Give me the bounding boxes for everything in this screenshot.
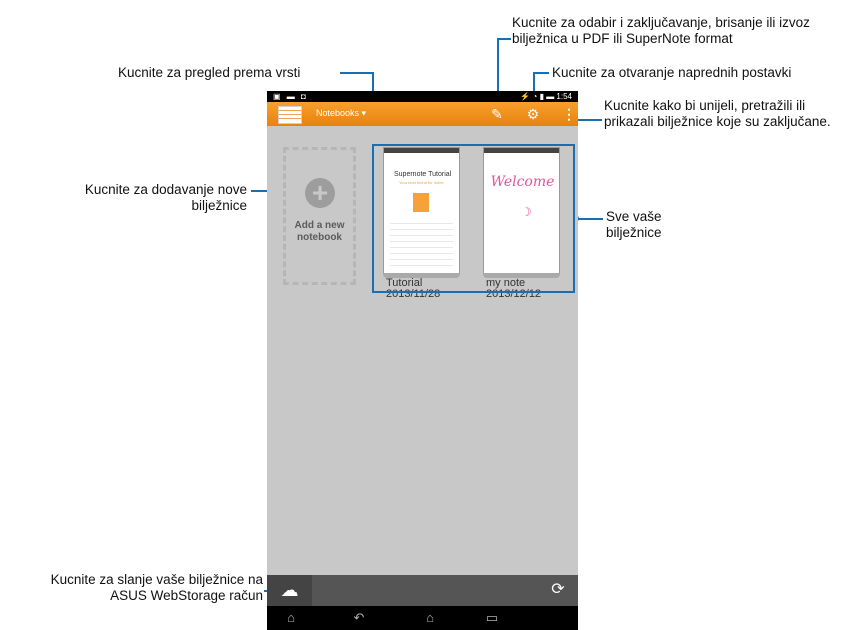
callout-upload-line1: Kucnite za slanje vaše bilježnice na xyxy=(50,572,263,587)
callout-line-menu xyxy=(574,119,602,121)
add-plus-icon: + xyxy=(305,178,335,208)
callout-line-settings xyxy=(533,72,549,74)
select-edit-icon[interactable]: ✎ xyxy=(489,106,505,122)
status-icons-left: ▣ ▬ ◘ xyxy=(273,92,308,101)
cloud-settings-icon[interactable]: ☁ xyxy=(267,575,312,606)
add-notebook-label: Add a new notebook xyxy=(294,220,345,243)
status-icons-right: ⚡ ◔ ▮ ▬ 1:54 xyxy=(520,92,572,101)
action-bar: Notebooks ▾ ✎ ⚙ ⋮ xyxy=(267,102,578,126)
callout-upload-line2: ASUS WebStorage račun xyxy=(110,588,263,603)
add-notebook-button[interactable]: + Add a new notebook xyxy=(283,147,356,285)
settings-gear-icon[interactable]: ⚙ xyxy=(525,106,541,122)
callout-line-select xyxy=(497,38,511,40)
all-notebooks-highlight xyxy=(372,144,575,293)
callout-settings: Kucnite za otvaranje naprednih postavki xyxy=(552,65,792,80)
callout-add-line1: Kucnite za dodavanje nove xyxy=(84,182,247,197)
callout-select-line2: bilježnica u PDF ili SuperNote format xyxy=(512,31,733,46)
status-bar: ▣ ▬ ◘ ⚡ ◔ ▮ ▬ 1:54 xyxy=(267,91,578,102)
home-icon[interactable]: ⌂ xyxy=(281,609,301,627)
callout-menu-line2: prikazali bilježnice koje su zaključane. xyxy=(604,114,831,129)
callout-all-line2: bilježnice xyxy=(606,225,662,240)
callout-add-line2: bilježnice xyxy=(191,198,247,213)
callout-line-view xyxy=(340,72,374,74)
overflow-menu-icon[interactable]: ⋮ xyxy=(561,106,577,122)
recent-apps-icon[interactable]: ▭ xyxy=(482,609,502,627)
nav-bar: ⌂ ↶ ⌂ ▭ xyxy=(267,606,578,630)
sync-icon[interactable]: ⟳ xyxy=(548,580,568,600)
callout-view-type: Kucnite za pregled prema vrsti xyxy=(118,65,301,80)
callout-line-all xyxy=(575,218,603,220)
callout-all-line1: Sve vaše xyxy=(606,209,662,224)
view-type-dropdown[interactable]: Notebooks ▾ xyxy=(316,108,366,119)
bottom-bar: ☁ ⟳ xyxy=(267,575,578,606)
home-icon[interactable]: ⌂ xyxy=(420,609,440,627)
callout-select-line1: Kucnite za odabir i zaključavanje, brisa… xyxy=(512,15,810,30)
notebook-icon[interactable] xyxy=(278,106,302,124)
callout-menu-line1: Kucnite kako bi unijeli, pretražili ili xyxy=(604,98,806,113)
back-icon[interactable]: ↶ xyxy=(349,609,369,627)
